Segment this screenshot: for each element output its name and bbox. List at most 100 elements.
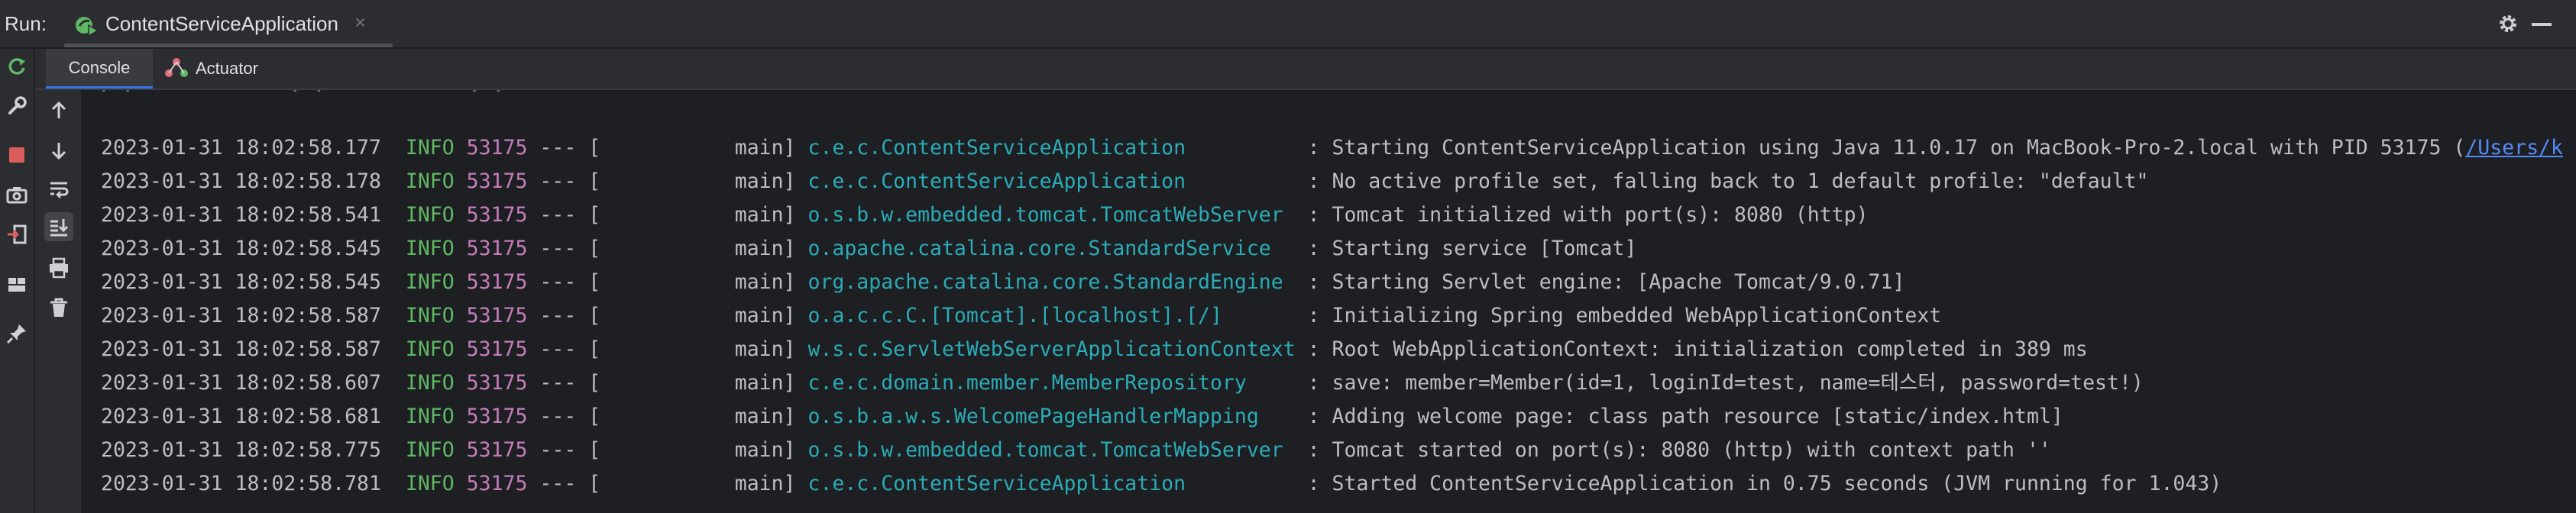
pin-icon[interactable] [5, 322, 28, 345]
log-timestamp: 2023-01-31 18:02:58.178 [101, 169, 381, 193]
log-timestamp: 2023-01-31 18:02:58.587 [101, 304, 381, 327]
log-thread-open: [ [588, 337, 601, 361]
log-logger: o.s.b.a.w.s.WelcomePageHandlerMapping [807, 405, 1296, 428]
log-line: 2023-01-31 18:02:58.681 INFO 53175 --- [… [101, 400, 2563, 434]
log-message: : Root WebApplicationContext: initializa… [1307, 337, 2088, 361]
log-level: INFO [405, 169, 455, 193]
scroll-to-end-icon [50, 219, 69, 237]
log-logger: org.apache.catalina.core.StandardEngine [807, 270, 1296, 294]
log-logger: o.apache.catalina.core.StandardService [807, 237, 1296, 260]
log-thread: main] [734, 472, 796, 495]
arrow-up-icon[interactable] [47, 99, 70, 122]
log-file-link[interactable]: /Users/k [2465, 136, 2563, 160]
soft-wrap-icon[interactable] [47, 177, 70, 200]
stop-icon[interactable] [5, 144, 28, 166]
log-line: 2023-01-31 18:02:58.775 INFO 53175 --- [… [101, 434, 2563, 467]
scroll-to-end-toggle[interactable] [44, 212, 73, 241]
log-message: : Starting ContentServiceApplication usi… [1307, 136, 2466, 160]
log-line: 2023-01-31 18:02:58.607 INFO 53175 --- [… [101, 366, 2563, 400]
log-level: INFO [405, 237, 455, 260]
log-thread-open: [ [588, 472, 601, 495]
run-label: Run: [5, 12, 47, 35]
log-thread-open: [ [588, 405, 601, 428]
log-logger: c.e.c.ContentServiceApplication [807, 136, 1296, 160]
log-separator: --- [539, 438, 577, 462]
rerun-icon[interactable] [5, 55, 28, 78]
log-timestamp: 2023-01-31 18:02:58.545 [101, 237, 381, 260]
actuator-icon [165, 58, 188, 77]
log-logger: o.s.b.w.embedded.tomcat.TomcatWebServer [807, 438, 1296, 462]
log-message: : save: member=Member(id=1, loginId=test… [1307, 371, 2144, 395]
log-pid: 53175 [466, 304, 528, 327]
log-separator: --- [539, 237, 577, 260]
log-timestamp: 2023-01-31 18:02:58.681 [101, 405, 381, 428]
log-thread-open: [ [588, 203, 601, 227]
run-tab-title: ContentServiceApplication [105, 12, 338, 35]
log-separator: --- [539, 337, 577, 361]
log-logger: c.e.c.domain.member.MemberRepository [807, 371, 1296, 395]
log-pid: 53175 [466, 136, 528, 160]
log-message: : Adding welcome page: class path resour… [1307, 405, 2063, 428]
log-thread: main] [734, 169, 796, 193]
log-line: 2023-01-31 18:02:58.178 INFO 53175 --- [… [101, 165, 2563, 198]
console-toolbar [35, 90, 83, 513]
log-separator: --- [539, 472, 577, 495]
log-level: INFO [405, 337, 455, 361]
log-logger: w.s.c.ServletWebServerApplicationContext [807, 337, 1296, 361]
log-pid: 53175 [466, 203, 528, 227]
log-logger: c.e.c.ContentServiceApplication [807, 472, 1296, 495]
log-thread: main] [734, 237, 796, 260]
tab-console[interactable]: Console [46, 49, 153, 89]
log-message: : No active profile set, falling back to… [1307, 169, 2149, 193]
close-icon[interactable]: × [354, 11, 366, 34]
exit-icon[interactable] [5, 223, 28, 246]
log-level: INFO [405, 203, 455, 227]
log-pid: 53175 [466, 371, 528, 395]
log-thread: main] [734, 203, 796, 227]
layout-icon[interactable] [5, 273, 28, 296]
log-timestamp: 2023-01-31 18:02:58.607 [101, 371, 381, 395]
scrolled-previous-line: · · · · · · [98, 90, 505, 102]
log-thread: main] [734, 337, 796, 361]
log-separator: --- [539, 169, 577, 193]
log-pid: 53175 [466, 438, 528, 462]
camera-icon[interactable] [5, 183, 28, 206]
log-thread-open: [ [588, 270, 601, 294]
log-lines: 2023-01-31 18:02:58.177 INFO 53175 --- [… [101, 131, 2563, 501]
spring-boot-run-icon [76, 17, 99, 36]
wrench-icon[interactable] [5, 95, 28, 118]
log-separator: --- [539, 270, 577, 294]
trash-icon[interactable] [47, 296, 70, 319]
log-separator: --- [539, 203, 577, 227]
minimize-icon[interactable] [2532, 23, 2552, 26]
run-config-tab[interactable]: ContentServiceApplication × [64, 0, 393, 47]
log-pid: 53175 [466, 472, 528, 495]
log-separator: --- [539, 405, 577, 428]
log-thread: main] [734, 405, 796, 428]
arrow-down-icon[interactable] [47, 139, 70, 162]
log-message: : Tomcat started on port(s): 8080 (http)… [1307, 438, 2051, 462]
log-thread-open: [ [588, 169, 601, 193]
log-line: 2023-01-31 18:02:58.541 INFO 53175 --- [… [101, 198, 2563, 232]
tab-console-label: Console [68, 57, 131, 77]
gear-icon[interactable] [2497, 12, 2519, 35]
log-thread: main] [734, 371, 796, 395]
log-logger: o.a.c.c.C.[Tomcat].[localhost].[/] [807, 304, 1296, 327]
log-thread: main] [734, 270, 796, 294]
log-pid: 53175 [466, 405, 528, 428]
log-level: INFO [405, 405, 455, 428]
log-separator: --- [539, 136, 577, 160]
tab-actuator[interactable]: Actuator [156, 49, 332, 89]
log-timestamp: 2023-01-31 18:02:58.177 [101, 136, 381, 160]
console-output[interactable]: · · · · · · 2023-01-31 18:02:58.177 INFO… [83, 90, 2576, 513]
log-thread-open: [ [588, 237, 601, 260]
left-toolbar [0, 49, 35, 513]
log-thread: main] [734, 438, 796, 462]
log-timestamp: 2023-01-31 18:02:58.775 [101, 438, 381, 462]
print-icon[interactable] [47, 256, 70, 279]
log-line: 2023-01-31 18:02:58.587 INFO 53175 --- [… [101, 333, 2563, 366]
log-message: : Starting service [Tomcat] [1307, 237, 1637, 260]
run-toolwindow-header: Run: ContentServiceApplication × [0, 0, 2576, 49]
log-separator: --- [539, 304, 577, 327]
tab-actuator-label: Actuator [196, 59, 258, 78]
